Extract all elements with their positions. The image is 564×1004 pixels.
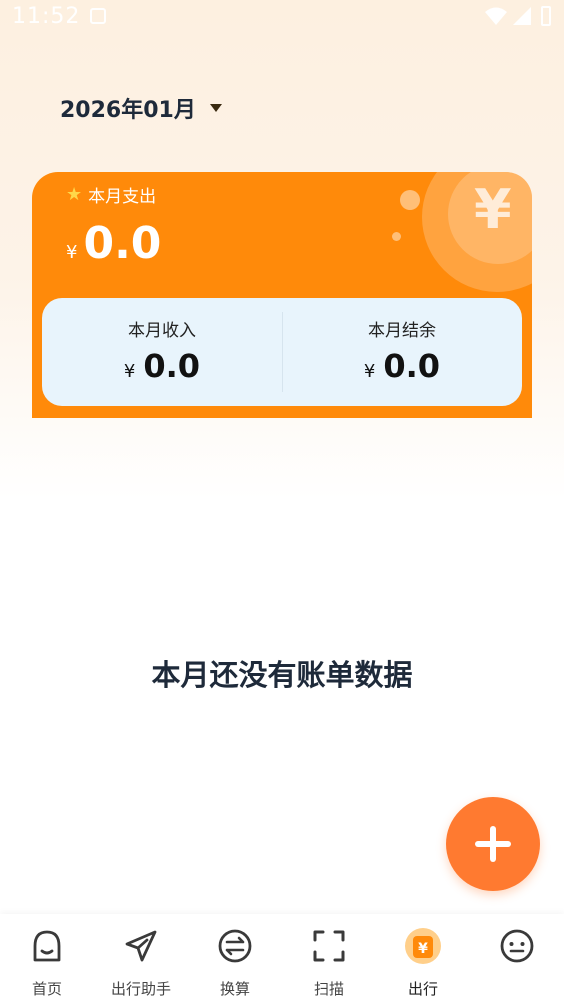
income-amount: 0.0: [143, 347, 201, 385]
income-section: 本月收入 ¥ 0.0: [42, 316, 282, 385]
exchange-icon: [218, 929, 252, 963]
nav-item-bills[interactable]: ¥ 出行: [376, 926, 470, 1004]
empty-state-message: 本月还没有账单数据: [151, 658, 413, 692]
income-amount-row: ¥ 0.0: [42, 347, 282, 385]
balance-section: 本月结余 ¥ 0.0: [282, 316, 522, 385]
decor-dot: [392, 232, 401, 241]
income-balance-panel: 本月收入 ¥ 0.0 本月结余 ¥ 0.0: [42, 298, 522, 406]
balance-amount: 0.0: [383, 347, 441, 385]
currency-symbol: ¥: [363, 361, 376, 382]
star-icon: ★: [66, 183, 83, 205]
expense-label: 本月支出: [88, 187, 157, 207]
currency-symbol: ¥: [123, 361, 136, 382]
yen-coin-icon: ¥: [474, 178, 512, 241]
battery-icon: [541, 6, 551, 26]
nav-label: 出行: [407, 980, 438, 998]
notification-icon: [90, 8, 106, 24]
nav-item-convert[interactable]: 换算: [188, 926, 282, 1004]
balance-amount-row: ¥ 0.0: [282, 347, 522, 385]
nav-item-scan[interactable]: 扫描: [282, 926, 376, 1004]
nav-label: 出行助手: [110, 980, 171, 998]
status-time: 11:52: [12, 4, 81, 29]
balance-label: 本月结余: [368, 321, 436, 341]
summary-card: ¥ ★ 本月支出 ¥ 0.0 本月收入 ¥ 0.0 本月结余 ¥ 0.0: [32, 172, 532, 418]
bottom-nav: 首页 出行助手 换算 扫描 ¥ 出行: [0, 914, 564, 1004]
nav-item-home[interactable]: 首页: [0, 926, 94, 1004]
nav-item-profile[interactable]: [470, 926, 564, 1004]
month-label: 2026年01月: [60, 98, 196, 123]
bill-icon: ¥: [405, 928, 441, 964]
nav-item-travel-assistant[interactable]: 出行助手: [94, 926, 188, 1004]
decor-dot: [400, 190, 420, 210]
signal-icon: [513, 7, 531, 25]
month-selector[interactable]: 2026年01月: [60, 90, 222, 126]
add-bill-button[interactable]: [446, 797, 540, 891]
wifi-icon: [485, 7, 507, 25]
income-label: 本月收入: [128, 321, 196, 341]
currency-symbol: ¥: [66, 242, 78, 263]
expense-amount-row: ¥ 0.0: [66, 218, 161, 269]
paper-plane-icon: [125, 930, 157, 962]
expense-label-row: ★ 本月支出: [66, 182, 156, 207]
expense-amount: 0.0: [83, 218, 162, 269]
svg-text:¥: ¥: [418, 941, 428, 957]
scan-icon: [313, 930, 345, 962]
plus-icon-vertical: [490, 826, 496, 862]
status-bar: 11:52: [0, 0, 564, 38]
nav-label: 首页: [31, 980, 62, 998]
face-icon: [500, 929, 534, 963]
caret-down-icon: [209, 104, 222, 112]
nav-label: 换算: [219, 980, 250, 998]
home-icon: [33, 930, 61, 962]
nav-label: 扫描: [313, 980, 344, 998]
